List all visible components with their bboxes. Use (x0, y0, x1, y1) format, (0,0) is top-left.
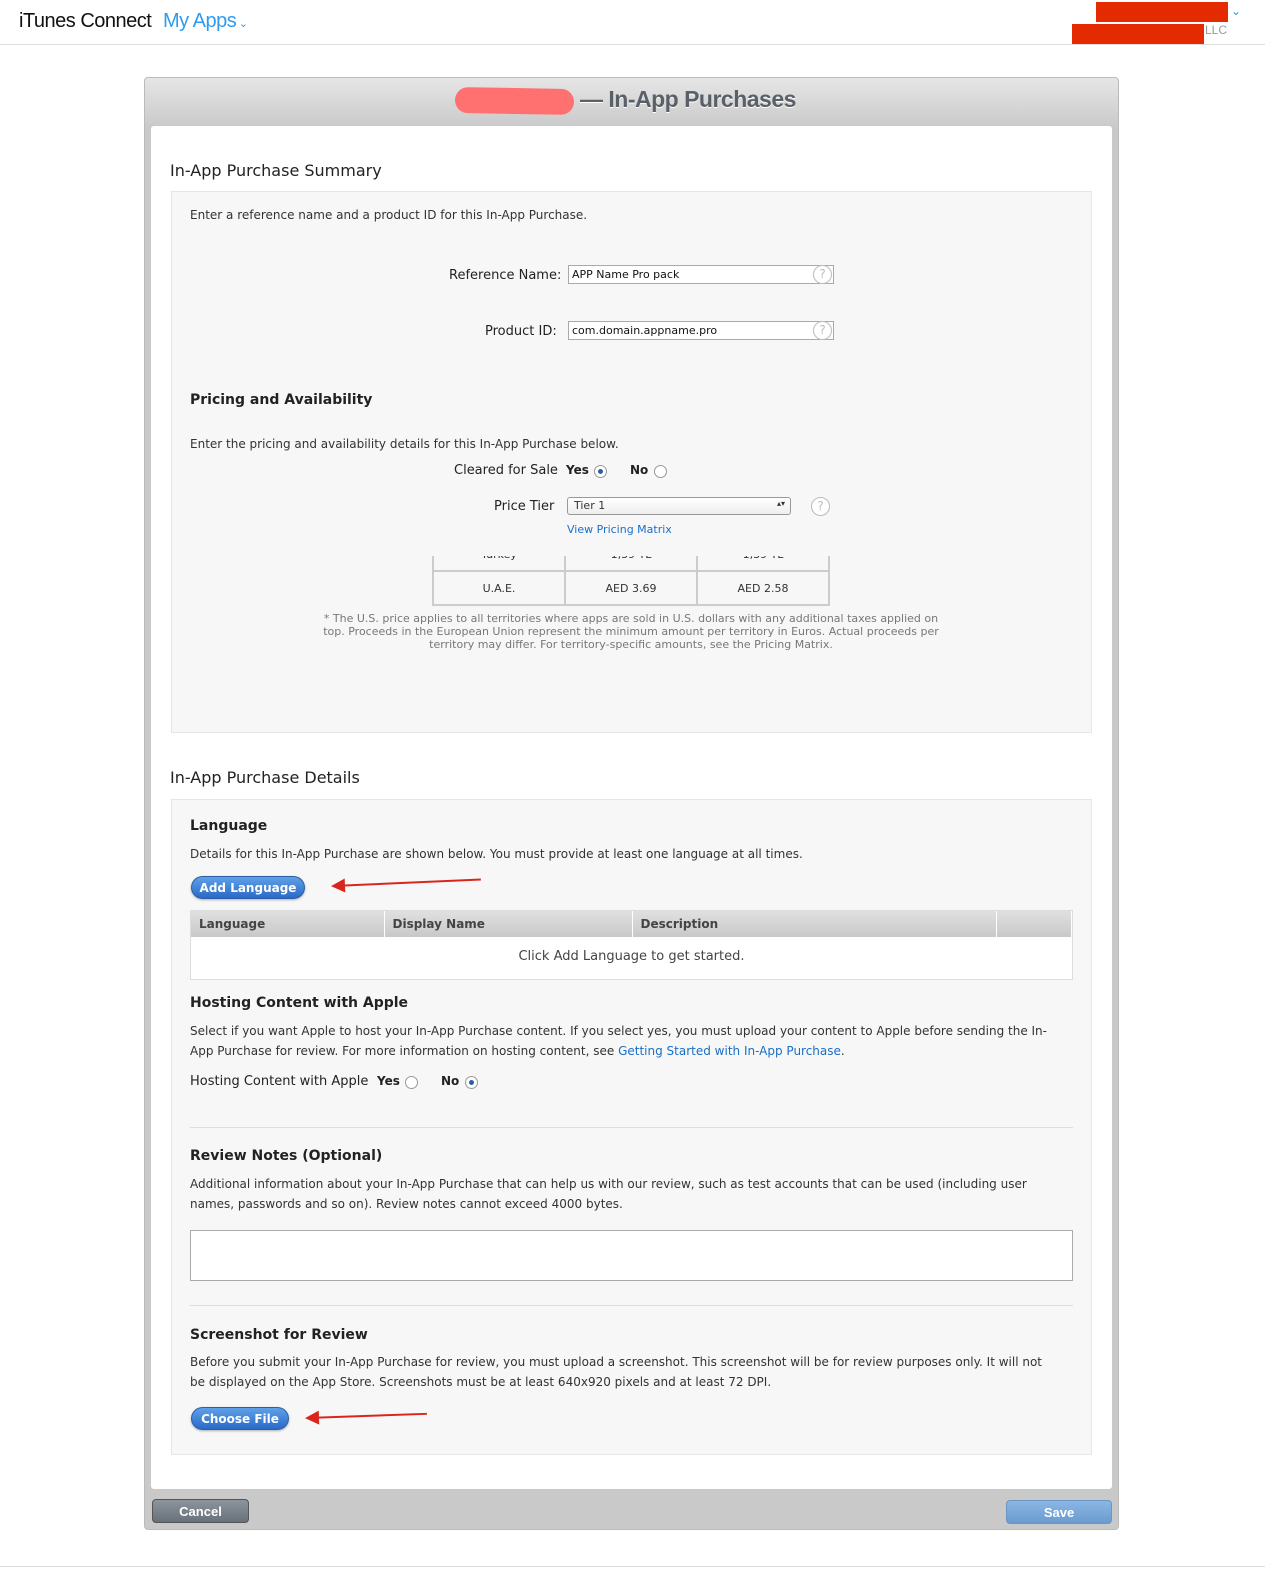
matrix-cell: AED 3.69 (564, 570, 698, 606)
my-apps-label: My Apps (163, 10, 237, 32)
view-pricing-matrix-link[interactable]: View Pricing Matrix (567, 520, 672, 540)
hosting-intro: Select if you want Apple to host your In… (190, 1021, 1060, 1061)
cancel-button[interactable]: Cancel (152, 1499, 249, 1523)
product-id-label: Product ID: (485, 324, 557, 339)
pricing-matrix[interactable]: Turkey1,39 TL1,39 TL U.A.E.AED 3.69AED 2… (432, 556, 830, 608)
brand-logo[interactable]: iTunes Connect (19, 10, 152, 33)
hosting-intro-end: . (840, 1044, 845, 1058)
column-header-actions (996, 911, 1072, 937)
divider (190, 1305, 1073, 1306)
help-icon[interactable]: ? (813, 321, 832, 340)
price-tier-value: Tier 1 (574, 499, 606, 512)
select-arrows-icon: ▴▾ (776, 499, 785, 508)
language-table: Language Display Name Description Click … (190, 910, 1073, 980)
reference-name-label: Reference Name: (449, 268, 562, 283)
reference-name-input[interactable] (568, 265, 834, 284)
choose-file-button[interactable]: Choose File (191, 1407, 289, 1430)
pricing-intro: Enter the pricing and availability detai… (190, 437, 619, 451)
price-tier-select[interactable]: Tier 1 ▴▾ (567, 497, 791, 515)
details-heading: In-App Purchase Details (170, 768, 360, 787)
summary-intro: Enter a reference name and a product ID … (190, 208, 588, 222)
hosting-yes-label: Yes (377, 1074, 400, 1088)
matrix-cell: Turkey (432, 556, 566, 572)
cleared-yes-radio[interactable] (594, 465, 607, 478)
screenshot-intro: Before you submit your In-App Purchase f… (190, 1355, 1042, 1389)
review-notes-heading: Review Notes (Optional) (190, 1148, 383, 1164)
cleared-no-radio[interactable] (654, 465, 667, 478)
matrix-cell: 1,39 TL (696, 556, 830, 572)
redacted-company-name (1072, 24, 1204, 44)
price-tier-label: Price Tier (494, 499, 555, 514)
page-title: — In-App Purchases (580, 86, 796, 112)
language-intro: Details for this In-App Purchase are sho… (190, 847, 803, 861)
pricing-heading: Pricing and Availability (190, 392, 373, 408)
review-notes-intro: Additional information about your In-App… (190, 1177, 1027, 1211)
cleared-yes-label: Yes (566, 463, 589, 477)
getting-started-link[interactable]: Getting Started with In-App Purchase (618, 1044, 841, 1058)
redacted-account-name[interactable] (1096, 2, 1228, 22)
my-apps-menu[interactable]: My Apps ⌄ (163, 10, 248, 33)
hosting-no-radio[interactable] (465, 1076, 478, 1089)
hosting-label: Hosting Content with Apple (190, 1074, 369, 1089)
review-notes-textarea[interactable] (190, 1230, 1073, 1281)
help-icon[interactable]: ? (811, 497, 830, 516)
cleared-no-label: No (630, 463, 649, 477)
screenshot-heading: Screenshot for Review (190, 1327, 368, 1343)
matrix-cell: U.A.E. (432, 570, 566, 606)
help-icon[interactable]: ? (813, 265, 832, 284)
column-header-display-name[interactable]: Display Name (384, 911, 633, 937)
hosting-yes-radio[interactable] (405, 1076, 418, 1089)
matrix-cell: 1,39 TL (564, 556, 698, 572)
cleared-for-sale-label: Cleared for Sale (454, 463, 558, 478)
pricing-matrix-table: Turkey1,39 TL1,39 TL U.A.E.AED 3.69AED 2… (432, 556, 830, 606)
save-button[interactable]: Save (1006, 1500, 1112, 1524)
add-language-button[interactable]: Add Language (191, 876, 305, 899)
redacted-app-name (454, 86, 575, 116)
summary-heading: In-App Purchase Summary (170, 161, 382, 180)
matrix-cell: AED 2.58 (696, 570, 830, 606)
column-header-language[interactable]: Language (191, 911, 385, 937)
language-heading: Language (190, 818, 268, 834)
empty-state-message: Click Add Language to get started. (518, 949, 745, 964)
hosting-heading: Hosting Content with Apple (190, 995, 409, 1011)
pricing-footnote: * The U.S. price applies to all territor… (323, 612, 939, 651)
footer-divider (0, 1566, 1265, 1567)
hosting-no-label: No (441, 1074, 460, 1088)
product-id-input[interactable] (568, 321, 834, 340)
account-chevron-down-icon[interactable]: ⌄ (1231, 4, 1241, 18)
chevron-down-icon: ⌄ (236, 18, 248, 30)
column-header-description[interactable]: Description (632, 911, 997, 937)
account-suffix: LLC (1205, 23, 1228, 37)
divider (190, 1127, 1073, 1128)
